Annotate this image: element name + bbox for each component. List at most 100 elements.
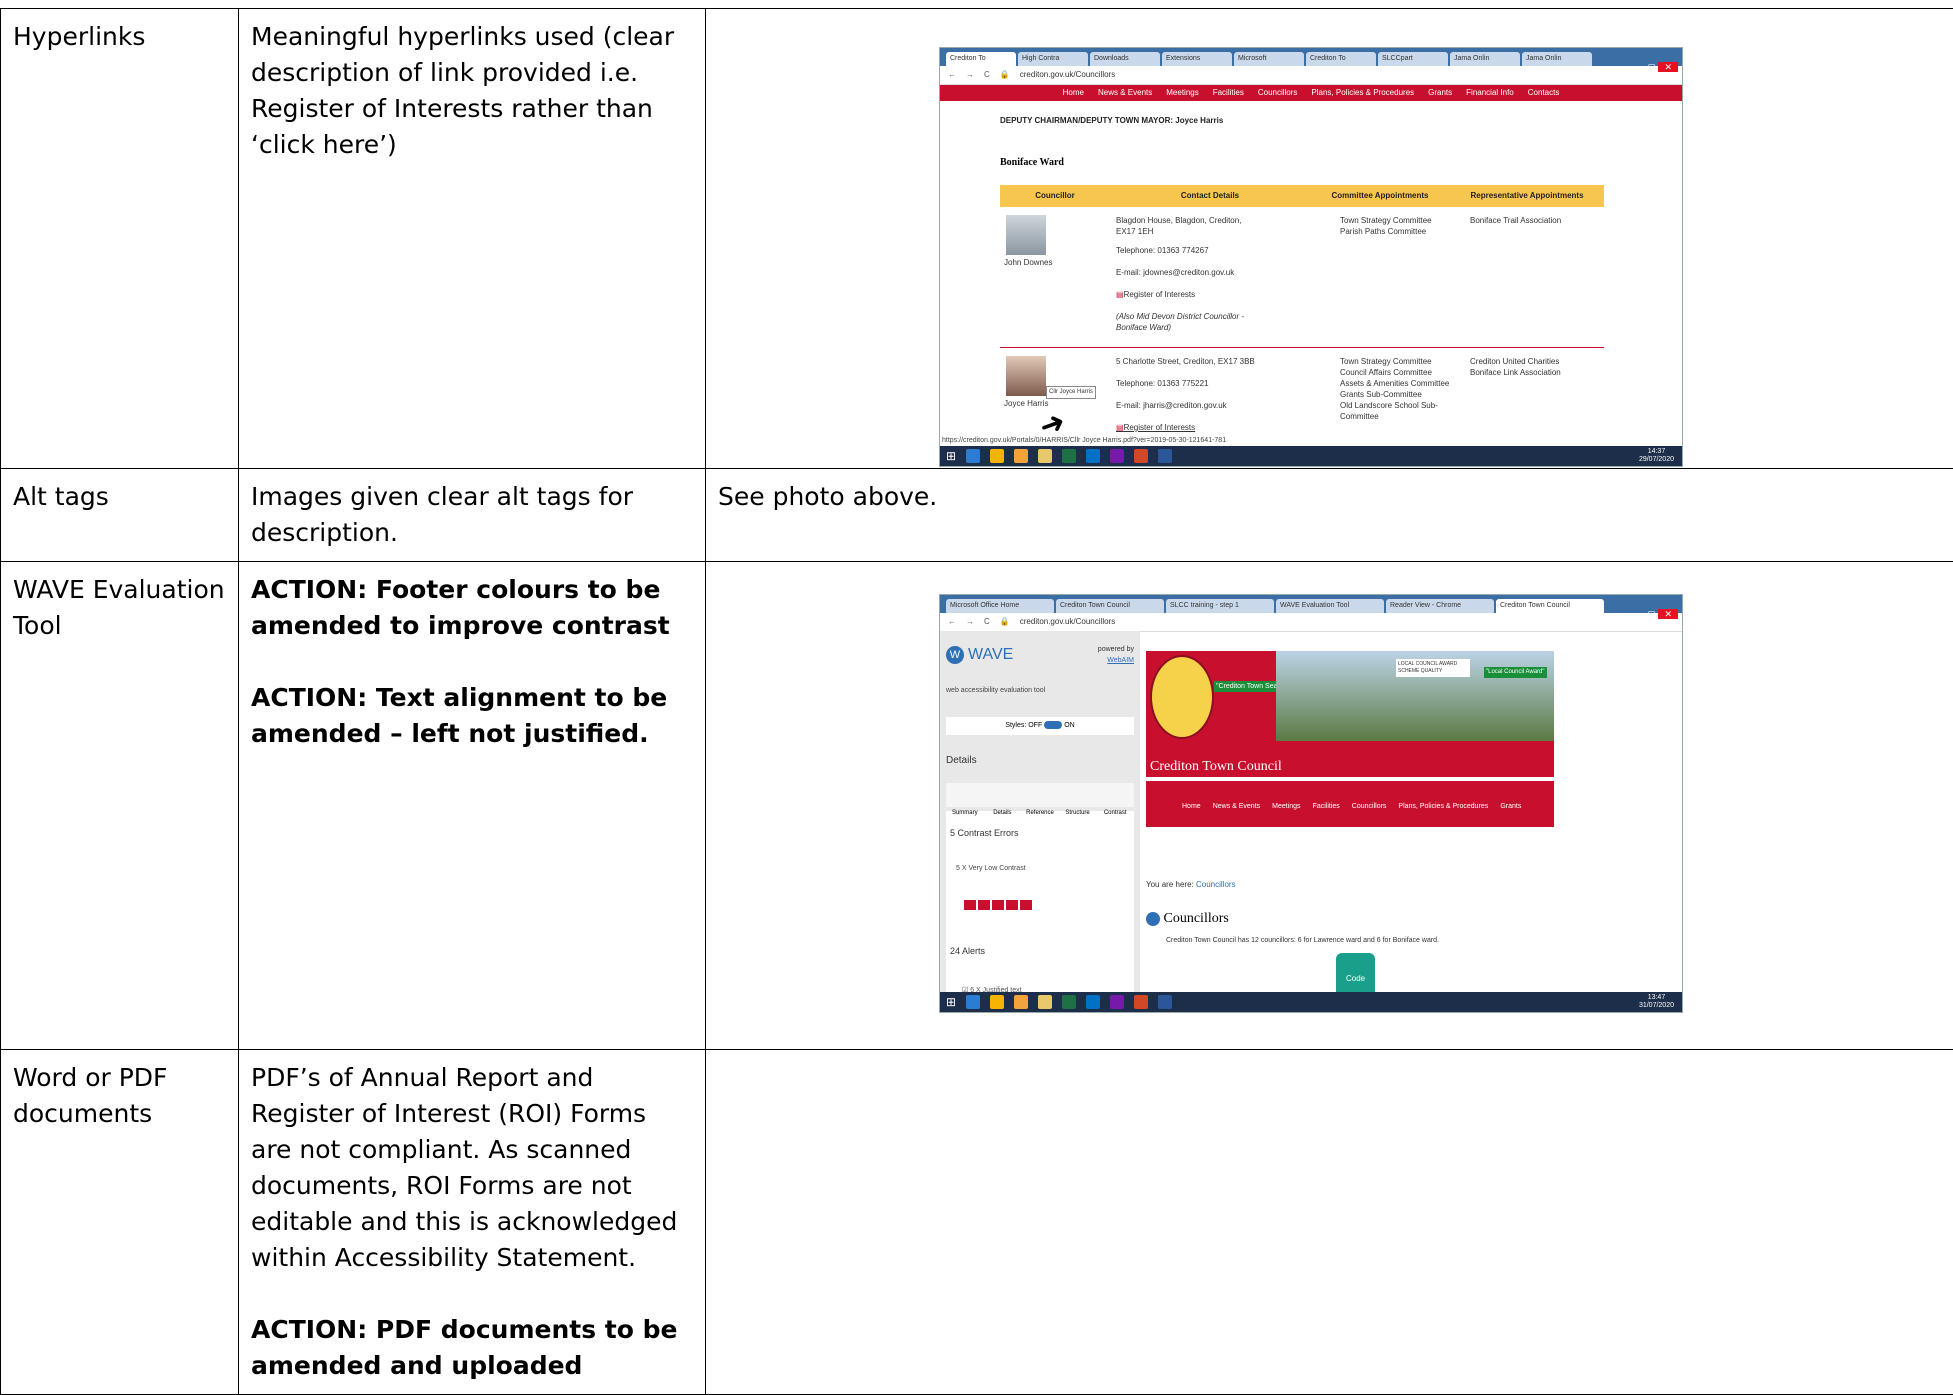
breadcrumb-link[interactable]: Councillors xyxy=(1196,880,1236,889)
wave-panel-tab[interactable]: Structure xyxy=(1059,783,1097,807)
nav-item[interactable]: Contacts xyxy=(1214,829,1242,865)
evidence-cell: Microsoft Office HomeCrediton Town Counc… xyxy=(706,562,1953,1050)
award-alt-label: "Local Council Award" xyxy=(1484,667,1547,678)
lock-icon: 🔒 xyxy=(1000,66,1010,84)
roi-link-text[interactable]: Register of Interests xyxy=(1124,290,1196,299)
nav-item[interactable]: Meetings xyxy=(1272,789,1300,825)
word-icon[interactable] xyxy=(1158,995,1172,1009)
nav-item[interactable]: Financial Info xyxy=(1466,85,1514,101)
councillor-photo xyxy=(1006,356,1046,396)
toggle-switch-icon[interactable] xyxy=(1044,721,1062,729)
table-row-pdf-documents: Word or PDF documents PDF’s of Annual Re… xyxy=(1,1050,1953,1395)
edge-icon[interactable] xyxy=(966,449,980,463)
nav-item[interactable]: Grants xyxy=(1500,789,1521,825)
window-controls: – ▢ ✕ xyxy=(1640,49,1678,85)
councillor-email[interactable]: E-mail: jdownes@crediton.gov.uk xyxy=(1116,267,1234,278)
header-councillor: Councillor xyxy=(1000,185,1110,207)
browser-tab[interactable]: Jama Onlin xyxy=(1450,52,1520,66)
nav-item[interactable]: News & Events xyxy=(1213,789,1260,825)
word-icon[interactable] xyxy=(1158,449,1172,463)
windows-start-icon[interactable]: ⊞ xyxy=(946,984,956,1013)
nav-item[interactable]: Plans, Policies & Procedures xyxy=(1311,85,1414,101)
wave-panel-tab[interactable]: Summary xyxy=(946,783,984,807)
files-icon[interactable] xyxy=(1038,995,1052,1009)
nav-item[interactable]: Facilities xyxy=(1213,85,1244,101)
outlook-icon[interactable] xyxy=(1086,449,1100,463)
contrast-errors[interactable]: 5 Contrast Errors xyxy=(950,815,1130,851)
browser-tab[interactable]: Reader View - Chrome xyxy=(1386,599,1494,613)
nav-item[interactable]: Councillors xyxy=(1258,85,1298,101)
nav-item[interactable]: Home xyxy=(1063,85,1084,101)
excel-icon[interactable] xyxy=(1062,995,1076,1009)
nav-item[interactable]: News & Events xyxy=(1098,85,1152,101)
browser-tab[interactable]: Crediton Town Council xyxy=(1056,599,1164,613)
browser-tab[interactable]: High Contra xyxy=(1018,52,1088,66)
windows-start-icon[interactable]: ⊞ xyxy=(946,438,956,467)
nav-item[interactable]: Meetings xyxy=(1166,85,1198,101)
award-text: LOCAL COUNCIL AWARD SCHEME QUALITY xyxy=(1396,659,1470,677)
wave-panel-tab[interactable]: Details xyxy=(984,783,1022,807)
action-text-alignment: ACTION: Text alignment to be amended – l… xyxy=(251,680,693,752)
outlook-icon[interactable] xyxy=(1086,995,1100,1009)
browser-tab[interactable]: Extensions xyxy=(1162,52,1232,66)
nav-item[interactable]: Grants xyxy=(1428,85,1452,101)
excel-icon[interactable] xyxy=(1062,449,1076,463)
table-row-hyperlinks: Hyperlinks Meaningful hyperlinks used (c… xyxy=(1,9,1953,469)
chrome-icon[interactable] xyxy=(990,995,1004,1009)
councillor-committees: Town Strategy Committee Council Affairs … xyxy=(1340,356,1470,422)
reload-icon: C xyxy=(984,66,990,84)
clock: 14:3729/07/2020 xyxy=(1639,448,1682,464)
browser-tab[interactable]: Microsoft xyxy=(1234,52,1304,66)
home-icon[interactable] xyxy=(1014,449,1028,463)
browser-tab[interactable]: SLCC training - step 1 xyxy=(1166,599,1274,613)
table-row-wave: WAVE Evaluation Tool ACTION: Footer colo… xyxy=(1,562,1953,1050)
browser-tab[interactable]: Crediton To xyxy=(1306,52,1376,66)
files-icon[interactable] xyxy=(1038,449,1052,463)
url-text: crediton.gov.uk/Councillors xyxy=(1020,613,1115,631)
wave-results: 5 Contrast Errors 5 X Very Low Contrast … xyxy=(946,811,1134,1013)
councillor-name: Joyce Harris xyxy=(1004,398,1048,409)
browser-tab[interactable]: SLCCpart xyxy=(1378,52,1448,66)
browser-tab[interactable]: Crediton Town Council xyxy=(1496,599,1604,613)
onenote-icon[interactable] xyxy=(1110,449,1124,463)
action-pdf-documents: ACTION: PDF documents to be amended and … xyxy=(251,1312,693,1384)
register-of-interests-link[interactable]: ▤Register of Interests xyxy=(1116,289,1195,300)
nav-item[interactable]: Councillors xyxy=(1352,789,1387,825)
action-footer-colours: ACTION: Footer colours to be amended to … xyxy=(251,572,693,644)
header-committee: Committee Appointments xyxy=(1310,185,1450,207)
nav-item[interactable]: Contacts xyxy=(1528,85,1560,101)
browser-tab[interactable]: Downloads xyxy=(1090,52,1160,66)
clock: 13:4731/07/2020 xyxy=(1639,994,1682,1010)
nav-item[interactable]: Home xyxy=(1182,789,1201,825)
councillor-committees: Town Strategy Committee Parish Paths Com… xyxy=(1340,215,1432,237)
councillor-email[interactable]: E-mail: jharris@crediton.gov.uk xyxy=(1116,400,1227,411)
site-nav-bar: Home News & Events Meetings Facilities Counc… xyxy=(940,85,1682,101)
wave-panel-tab[interactable]: Contrast xyxy=(1096,783,1134,807)
browser-tab[interactable]: WAVE Evaluation Tool xyxy=(1276,599,1384,613)
browser-tab[interactable]: Crediton To xyxy=(946,52,1016,66)
chrome-icon[interactable] xyxy=(990,449,1004,463)
powerpoint-icon[interactable] xyxy=(1134,995,1148,1009)
styles-toggle[interactable]: Styles: OFF ON xyxy=(946,717,1134,735)
nav-item[interactable]: Financial Info xyxy=(1160,829,1202,865)
back-icon: ← xyxy=(948,66,956,84)
nav-item[interactable]: Facilities xyxy=(1313,789,1340,825)
councillor-row: John Downes Blagdon House, Blagdon, Cred… xyxy=(1000,207,1604,348)
deputy-line: DEPUTY CHAIRMAN/DEPUTY TOWN MAYOR: Joyce… xyxy=(1000,103,1682,139)
powerpoint-icon[interactable] xyxy=(1134,449,1148,463)
alerts-heading[interactable]: 24 Alerts xyxy=(950,933,1130,969)
nav-item[interactable]: Plans, Policies & Procedures xyxy=(1398,789,1488,825)
onenote-icon[interactable] xyxy=(1110,995,1124,1009)
home-icon[interactable] xyxy=(1014,995,1028,1009)
edge-icon[interactable] xyxy=(966,995,980,1009)
browser-tab[interactable]: Microsoft Office Home xyxy=(946,599,1054,613)
browser-tab[interactable]: Jama Onlin xyxy=(1522,52,1592,66)
preview-nav: Home News & Events Meetings Facilities Counc… xyxy=(1146,781,1554,827)
wave-panel-tab[interactable]: Reference xyxy=(1021,783,1059,807)
address-bar: ←→C 🔒 crediton.gov.uk/Councillors xyxy=(940,66,1682,85)
description-cell: PDF’s of Annual Report and Register of I… xyxy=(239,1050,706,1395)
councillor-address: 5 Charlotte Street, Crediton, EX17 3BB xyxy=(1116,356,1255,367)
evidence-cell xyxy=(706,1050,1953,1395)
page-body-text: Crediton Town Council has 12 councillors… xyxy=(1166,935,1439,946)
wave-panel: W WAVE powered byWebAIM web accessibilit… xyxy=(940,631,1140,992)
